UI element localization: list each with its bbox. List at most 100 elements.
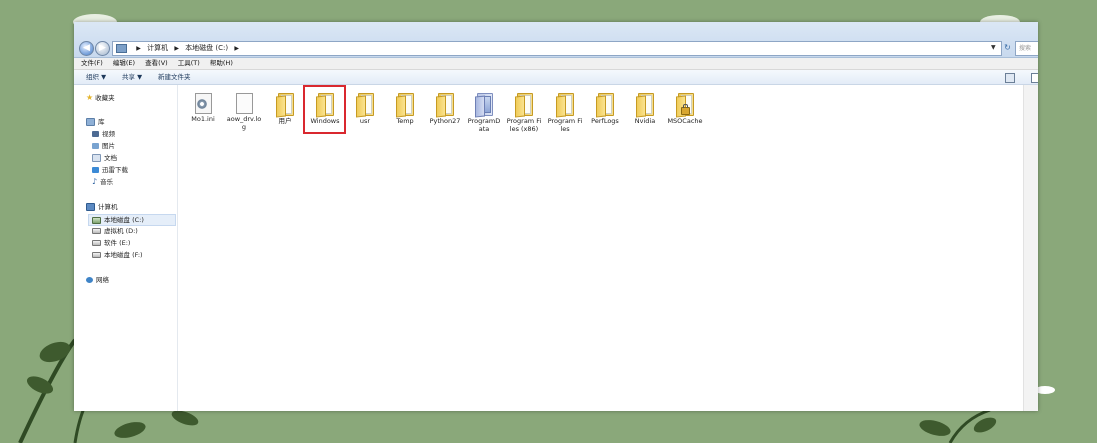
drive-icon (92, 252, 101, 258)
sidebar-item-network[interactable]: 网络 (86, 275, 109, 285)
sidebar-item-documents[interactable]: 文档 (92, 153, 117, 163)
forward-button[interactable]: ▶ (95, 41, 110, 56)
refresh-icon[interactable]: ↻ (1002, 42, 1013, 53)
view-options-icon[interactable] (1005, 73, 1015, 83)
breadcrumb-separator-icon: ▶ (174, 45, 179, 52)
sidebar-label: 迅雷下载 (102, 166, 128, 174)
folder-item[interactable]: 用户 (267, 93, 303, 125)
sidebar-label: 库 (98, 118, 105, 126)
system-drive-icon (92, 216, 101, 224)
folder-icon (276, 93, 294, 118)
music-note-icon: ♪ (92, 177, 98, 186)
sidebar-item-drive-c[interactable]: 本地磁盘 (C:) (88, 214, 176, 226)
computer-icon (116, 44, 127, 53)
back-button[interactable]: ◀ (79, 41, 94, 56)
file-item[interactable]: aow_drv.log (226, 93, 262, 131)
folder-item[interactable]: usr (347, 93, 383, 125)
sidebar-item-drive-e[interactable]: 软件 (E:) (92, 238, 130, 248)
sidebar-label: 网络 (96, 276, 109, 284)
sidebar-label: 本地磁盘 (F:) (104, 251, 143, 259)
sidebar-label: 本地磁盘 (C:) (104, 216, 144, 224)
folder-icon (396, 93, 414, 118)
command-toolbar: 组织 ▼ 共享 ▼ 新建文件夹 (74, 70, 1038, 85)
sidebar-label: 文档 (104, 154, 117, 162)
sidebar-label: 视频 (102, 130, 115, 138)
explorer-window: ◀ ▶ ▶ 计算机 ▶ 本地磁盘 (C:) ▶ ▼ ↻ 搜索 文件(F) 编辑(… (74, 22, 1038, 411)
sidebar-item-libraries[interactable]: 库 (86, 117, 105, 127)
star-icon: ★ (86, 93, 94, 102)
sidebar-label: 收藏夹 (95, 94, 115, 102)
breadcrumb-separator-icon: ▶ (234, 45, 239, 52)
forward-arrow-icon: ▶ (99, 43, 106, 53)
file-name: Program Files (547, 117, 583, 133)
menu-view[interactable]: 查看(V) (145, 59, 168, 67)
sidebar-label: 音乐 (100, 178, 114, 186)
folder-item[interactable]: ProgramData (466, 93, 502, 133)
file-name: ProgramData (467, 117, 501, 133)
drive-icon (92, 240, 101, 246)
network-icon (86, 277, 93, 283)
file-name: Program Files (x86) (506, 117, 542, 133)
menu-file[interactable]: 文件(F) (81, 59, 103, 67)
file-name: Mo1.ini (191, 115, 215, 123)
breadcrumb-drive-c[interactable]: 本地磁盘 (C:) (185, 44, 228, 52)
folder-item[interactable]: Temp (387, 93, 423, 125)
new-folder-button[interactable]: 新建文件夹 (158, 70, 191, 84)
vertical-scrollbar[interactable] (1023, 85, 1038, 411)
sidebar-item-pictures[interactable]: 图片 (92, 141, 115, 151)
folder-icon (636, 93, 654, 118)
file-name: 用户 (278, 117, 292, 125)
breadcrumb-separator-icon: ▶ (136, 45, 141, 52)
locked-folder-icon (676, 93, 694, 118)
sidebar-label: 软件 (E:) (104, 239, 131, 247)
drive-icon (92, 228, 101, 234)
menu-tools[interactable]: 工具(T) (178, 59, 200, 67)
folder-icon (515, 93, 533, 118)
address-field[interactable]: ▶ 计算机 ▶ 本地磁盘 (C:) ▶ (112, 41, 1002, 56)
sidebar-item-music[interactable]: ♪ 音乐 (92, 177, 113, 187)
file-name: Temp (396, 117, 414, 125)
organize-button[interactable]: 组织 ▼ (86, 70, 106, 84)
download-library-icon (92, 167, 99, 173)
file-name: Nvidia (634, 117, 656, 125)
navigation-pane: ★ 收藏夹 库 视频 图片 文档 迅雷下载 ♪ 音乐 计算机 本地磁盘 (C:) 虚… (74, 85, 178, 411)
folder-item[interactable]: Python27 (427, 93, 463, 125)
menu-edit[interactable]: 编辑(E) (113, 59, 135, 67)
preview-pane-icon[interactable] (1031, 73, 1038, 83)
address-dropdown-icon[interactable]: ▼ (991, 44, 996, 51)
highlight-box (303, 85, 346, 134)
sidebar-item-favorites[interactable]: ★ 收藏夹 (86, 93, 115, 103)
sidebar-label: 计算机 (98, 203, 118, 211)
search-placeholder: 搜索 (1019, 45, 1032, 52)
sidebar-item-computer[interactable]: 计算机 (86, 202, 118, 212)
search-input[interactable]: 搜索 (1015, 41, 1038, 56)
log-file-icon (236, 93, 253, 114)
sidebar-label: 虚拟机 (D:) (104, 227, 138, 235)
folder-item[interactable]: Program Files (547, 93, 583, 133)
file-name: Python27 (429, 117, 461, 125)
folder-icon (596, 93, 614, 118)
sidebar-label: 图片 (102, 142, 115, 150)
file-item[interactable]: Mo1.ini (185, 93, 221, 123)
sidebar-item-drive-d[interactable]: 虚拟机 (D:) (92, 226, 138, 236)
menu-bar: 文件(F) 编辑(E) 查看(V) 工具(T) 帮助(H) (74, 58, 1038, 70)
file-name: usr (359, 117, 371, 125)
menu-help[interactable]: 帮助(H) (210, 59, 233, 67)
sidebar-item-thunder-downloads[interactable]: 迅雷下载 (92, 165, 128, 175)
folder-icon (556, 93, 574, 118)
video-library-icon (92, 131, 99, 137)
picture-library-icon (92, 143, 99, 149)
settings-file-icon (195, 93, 212, 114)
share-button[interactable]: 共享 ▼ (122, 70, 142, 84)
sidebar-item-videos[interactable]: 视频 (92, 129, 115, 139)
file-name: MSOCache (667, 117, 703, 125)
breadcrumb-computer[interactable]: 计算机 (147, 44, 168, 52)
file-name: aow_drv.log (226, 115, 262, 131)
document-library-icon (92, 154, 101, 162)
folder-item[interactable]: PerfLogs (587, 93, 623, 125)
folder-item[interactable]: Program Files (x86) (506, 93, 542, 133)
computer-icon (86, 203, 95, 211)
folder-item[interactable]: Nvidia (627, 93, 663, 125)
folder-item[interactable]: MSOCache (667, 93, 703, 125)
sidebar-item-drive-f[interactable]: 本地磁盘 (F:) (92, 250, 143, 260)
